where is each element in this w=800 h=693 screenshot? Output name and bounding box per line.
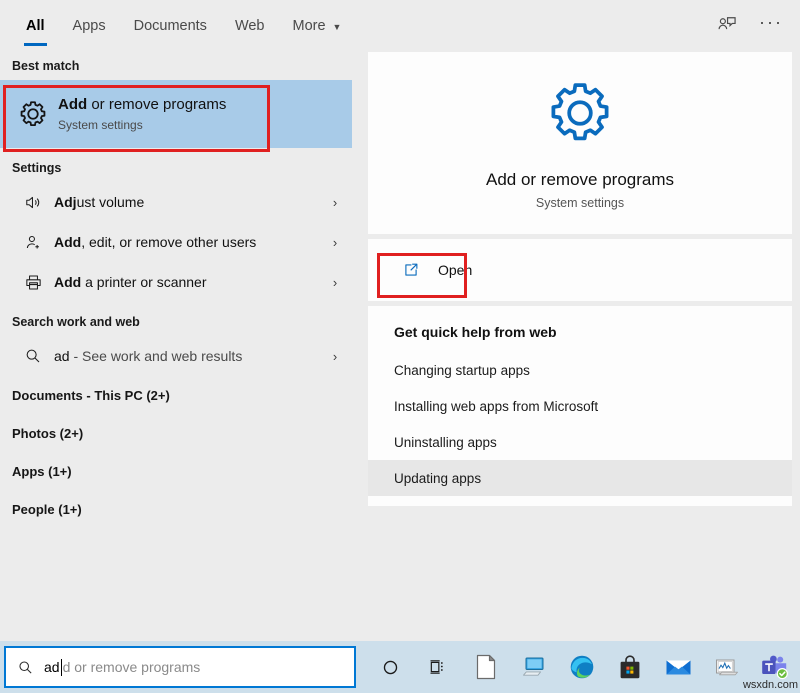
cortana-circle-icon[interactable] [366, 641, 414, 693]
tab-web-label: Web [235, 18, 265, 34]
best-match-title-rest: or remove programs [87, 96, 226, 113]
open-button[interactable]: Open [386, 248, 490, 292]
category-photos[interactable]: Photos (2+) [0, 414, 360, 452]
tab-documents[interactable]: Documents [120, 0, 221, 52]
search-results-window: All Apps Documents Web More ▼ [0, 0, 800, 693]
chevron-right-icon[interactable]: › [318, 275, 352, 290]
search-text: add or remove programs [44, 659, 200, 676]
more-options-button[interactable]: ··· [752, 9, 790, 43]
printer-icon [12, 273, 54, 292]
tab-web[interactable]: Web [221, 0, 279, 52]
taskbar-icons [366, 641, 798, 693]
watermark: wsxdn.com [743, 679, 798, 691]
result-label: Add a printer or scanner [54, 273, 318, 291]
result-label: Add, edit, or remove other users [54, 233, 318, 251]
help-item-label: Uninstalling apps [394, 435, 497, 450]
search-icon [6, 659, 44, 676]
tab-apps[interactable]: Apps [59, 0, 120, 52]
tab-more-label: More [293, 18, 326, 34]
tab-all-label: All [26, 18, 45, 34]
web-suffix-text: - See work and web results [70, 348, 243, 364]
result-label: ad - See work and web results [54, 347, 318, 365]
result-best-match-add-or-remove-programs[interactable]: Add or remove programs System settings [0, 80, 352, 148]
preview-pane: Add or remove programs System settings O… [360, 52, 800, 641]
result-label-bold: Adj [54, 194, 77, 210]
chevron-down-icon: ▼ [333, 23, 342, 32]
search-icon [12, 347, 54, 365]
chevron-right-icon[interactable]: › [318, 195, 352, 210]
category-label: People (1+) [12, 502, 82, 517]
category-documents-this-pc[interactable]: Documents - This PC (2+) [0, 376, 360, 414]
text-cursor [61, 659, 62, 676]
quick-help-card: Get quick help from web Changing startup… [368, 306, 792, 506]
settings-heading: Settings [0, 154, 360, 182]
external-link-icon [402, 261, 426, 279]
category-label: Documents - This PC (2+) [12, 388, 170, 403]
result-adjust-volume[interactable]: Adjust volume › [0, 182, 352, 222]
taskbar: add or remove programs [0, 641, 800, 693]
help-item-changing-startup-apps[interactable]: Changing startup apps [368, 352, 792, 388]
results-list: Best match Add or remove programs System… [0, 52, 360, 641]
chevron-right-icon[interactable]: › [318, 235, 352, 250]
feedback-button[interactable] [708, 9, 746, 43]
tab-documents-label: Documents [134, 18, 207, 34]
category-label: Photos (2+) [12, 426, 83, 441]
document-icon[interactable] [462, 641, 510, 693]
result-label-bold: Add [54, 234, 81, 250]
open-button-label: Open [438, 262, 472, 278]
preview-actions-card: Open [368, 239, 792, 301]
filter-bar-actions: ··· [708, 0, 790, 52]
help-item-label: Changing startup apps [394, 363, 530, 378]
result-label-rest: ust volume [77, 194, 145, 210]
ellipsis-icon: ··· [759, 13, 783, 31]
preview-subtitle: System settings [536, 196, 624, 210]
mail-icon[interactable] [654, 641, 702, 693]
preview-header-card: Add or remove programs System settings [368, 52, 792, 234]
filter-tabs: All Apps Documents Web More ▼ [12, 0, 355, 52]
search-ghost-suggestion: d or remove programs [63, 659, 201, 675]
task-view-icon[interactable] [414, 641, 462, 693]
quick-help-title: Get quick help from web [368, 324, 792, 340]
microsoft-edge-icon[interactable] [558, 641, 606, 693]
help-item-installing-web-apps[interactable]: Installing web apps from Microsoft [368, 388, 792, 424]
taskbar-search-input[interactable]: add or remove programs [4, 646, 356, 688]
microsoft-store-icon[interactable] [606, 641, 654, 693]
tab-all[interactable]: All [12, 0, 59, 52]
help-item-updating-apps[interactable]: Updating apps [368, 460, 792, 496]
result-label-bold: Add [54, 274, 81, 290]
search-web-heading: Search work and web [0, 308, 360, 336]
result-see-work-and-web-results[interactable]: ad - See work and web results › [0, 336, 352, 376]
result-label-rest: , edit, or remove other users [81, 234, 256, 250]
best-match-heading: Best match [0, 52, 360, 80]
web-query-text: ad [54, 348, 70, 364]
preview-title: Add or remove programs [486, 170, 674, 190]
category-apps[interactable]: Apps (1+) [0, 452, 360, 490]
help-item-label: Updating apps [394, 471, 481, 486]
gear-icon [12, 99, 54, 129]
best-match-subtitle: System settings [58, 117, 226, 134]
search-typed-value: ad [44, 659, 60, 675]
result-add-edit-remove-other-users[interactable]: Add, edit, or remove other users › [0, 222, 352, 262]
chevron-right-icon[interactable]: › [318, 349, 352, 364]
help-item-label: Installing web apps from Microsoft [394, 399, 598, 414]
result-add-printer-or-scanner[interactable]: Add a printer or scanner › [0, 262, 352, 302]
person-feedback-icon [716, 13, 738, 40]
speaker-icon [12, 193, 54, 212]
best-match-title: Add or remove programs [58, 95, 226, 115]
remote-desktop-icon[interactable] [510, 641, 558, 693]
add-user-icon [12, 233, 54, 252]
category-label: Apps (1+) [12, 464, 72, 479]
gear-icon [544, 77, 616, 154]
result-label-rest: a printer or scanner [81, 274, 206, 290]
tab-apps-label: Apps [73, 18, 106, 34]
search-filter-bar: All Apps Documents Web More ▼ [0, 0, 800, 52]
best-match-title-bold: Add [58, 96, 87, 113]
help-item-uninstalling-apps[interactable]: Uninstalling apps [368, 424, 792, 460]
best-match-text: Add or remove programs System settings [58, 95, 226, 134]
tab-more[interactable]: More ▼ [279, 0, 356, 52]
category-people[interactable]: People (1+) [0, 490, 360, 528]
result-label: Adjust volume [54, 193, 318, 211]
